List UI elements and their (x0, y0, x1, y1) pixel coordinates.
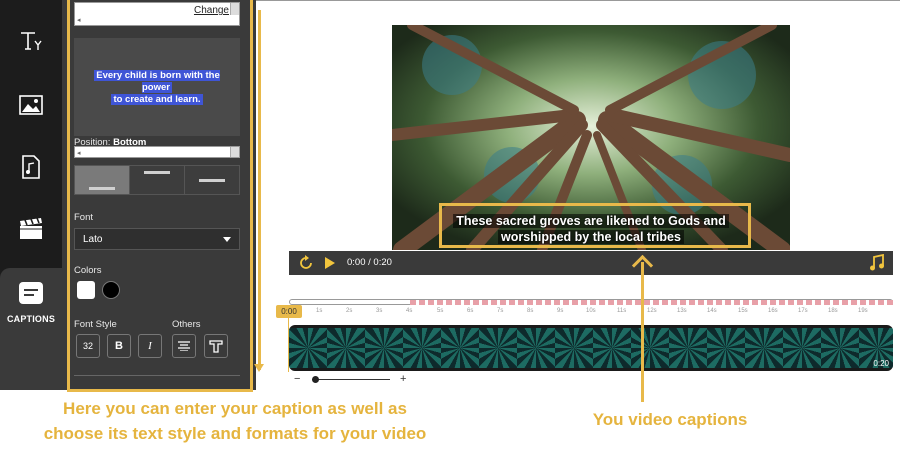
align-button[interactable] (172, 334, 196, 358)
zoom-slider[interactable] (312, 379, 390, 380)
sidebar-item-label: CAPTIONS (6, 314, 56, 324)
playhead-line[interactable] (288, 318, 289, 372)
clapperboard-icon (20, 217, 42, 239)
sidebar-item-text[interactable] (0, 12, 62, 70)
clip-duration: 0:20 (873, 359, 889, 368)
video-track[interactable]: 0:20 (289, 325, 893, 371)
scroll-up-button[interactable] (230, 3, 239, 15)
music-file-icon (22, 155, 40, 179)
caption-highlight-frame (439, 203, 751, 248)
caption-preview-line-1: Every child is born with the power (94, 70, 220, 93)
tick-label: 5s (437, 308, 444, 314)
panel-divider (74, 375, 240, 376)
italic-button[interactable]: I (138, 334, 162, 358)
caption-preview: Every child is born with the power to cr… (74, 38, 240, 136)
others-label: Others (172, 319, 201, 330)
play-button[interactable] (325, 257, 335, 269)
position-bottom-button[interactable] (75, 166, 130, 194)
tick-label: 18s (828, 308, 838, 314)
filmstrip-frames (289, 328, 893, 368)
tick-label: 12s (647, 308, 657, 314)
zoom-out-button[interactable]: − (294, 373, 300, 385)
font-select[interactable]: Lato (74, 228, 240, 250)
font-label: Font (74, 212, 94, 223)
align-center-icon (178, 341, 190, 351)
music-note-icon[interactable] (869, 254, 885, 272)
tick-label: 2s (346, 308, 353, 314)
tick-label: 7s (497, 308, 504, 314)
tick-label: 4s (406, 308, 413, 314)
zoom-in-button[interactable]: + (400, 373, 406, 385)
position-middle-button[interactable] (185, 166, 239, 194)
tick-label: 9s (557, 308, 564, 314)
annotation-left: Here you can enter your caption as well … (0, 396, 470, 446)
tick-label: 14s (707, 308, 717, 314)
time-display: 0:00 / 0:20 (347, 257, 392, 268)
tick-label: 6s (467, 308, 474, 314)
annotation-arrow-right (641, 262, 644, 402)
text-tool-icon (21, 32, 42, 50)
chevron-down-icon (223, 237, 231, 242)
tick-label: 16s (768, 308, 778, 314)
sidebar-item-captions[interactable]: CAPTIONS (0, 268, 64, 390)
time-separator: / (368, 257, 371, 268)
bold-button[interactable]: B (107, 334, 131, 358)
caption-text-input[interactable]: Change ◂ (74, 2, 240, 26)
sidebar-item-music[interactable] (0, 138, 62, 196)
tick-label: 17s (798, 308, 808, 314)
image-icon (19, 95, 43, 115)
caption-preview-text: Every child is born with the power to cr… (82, 70, 232, 106)
colors-label: Colors (74, 265, 102, 276)
top-divider (256, 0, 900, 1)
change-link[interactable]: Change (194, 5, 229, 16)
annotation-left-line-2: choose its text style and formats for yo… (43, 424, 427, 443)
font-select-value: Lato (83, 234, 103, 245)
timeline-caption-range (410, 300, 893, 305)
annotation-left-line-1: Here you can enter your caption as well … (63, 399, 407, 418)
tick-label: 8s (527, 308, 534, 314)
timeline-ruler: 1s 2s 3s 4s 5s 6s 7s 8s 9s 10s 11s 12s 1… (289, 308, 893, 324)
annotation-right: You video captions (592, 410, 748, 429)
sidebar-item-video[interactable] (0, 200, 62, 258)
time-total: 0:20 (373, 257, 392, 268)
tick-label: 13s (677, 308, 687, 314)
captions-icon (19, 282, 43, 304)
playhead-time[interactable]: 0:00 (276, 305, 302, 318)
text-outline-icon (209, 340, 223, 353)
position-selector (74, 165, 240, 195)
annotation-arrow-left (258, 10, 261, 370)
text-outline-button[interactable] (204, 334, 228, 358)
scroll-left-icon[interactable]: ◂ (77, 16, 81, 24)
caption-preview-line-2: to create and learn. (111, 94, 203, 105)
tick-label: 15s (738, 308, 748, 314)
tick-label: 10s (586, 308, 596, 314)
replay-icon[interactable] (298, 255, 314, 271)
scroll-left-icon[interactable]: ◂ (77, 149, 81, 157)
background-color-swatch[interactable] (102, 281, 120, 299)
tick-label: 19s (858, 308, 868, 314)
tick-label: 1s (316, 308, 323, 314)
position-scrollbar[interactable]: ◂ (74, 146, 240, 158)
editor-screen: CAPTIONS Change ◂ Every child is born wi… (0, 0, 900, 450)
font-size-button[interactable]: 32 (76, 334, 100, 358)
scroll-up-button[interactable] (230, 147, 239, 157)
tick-label: 3s (376, 308, 383, 314)
font-style-label: Font Style (74, 319, 117, 330)
tick-label: 11s (617, 308, 627, 314)
time-current: 0:00 (347, 257, 366, 268)
zoom-slider-handle[interactable] (312, 376, 319, 383)
player-controls: 0:00 / 0:20 (289, 251, 893, 275)
text-color-swatch[interactable] (77, 281, 95, 299)
sidebar-item-images[interactable] (0, 76, 62, 134)
position-top-button[interactable] (130, 166, 185, 194)
annotation-arrowhead-left (254, 364, 264, 372)
